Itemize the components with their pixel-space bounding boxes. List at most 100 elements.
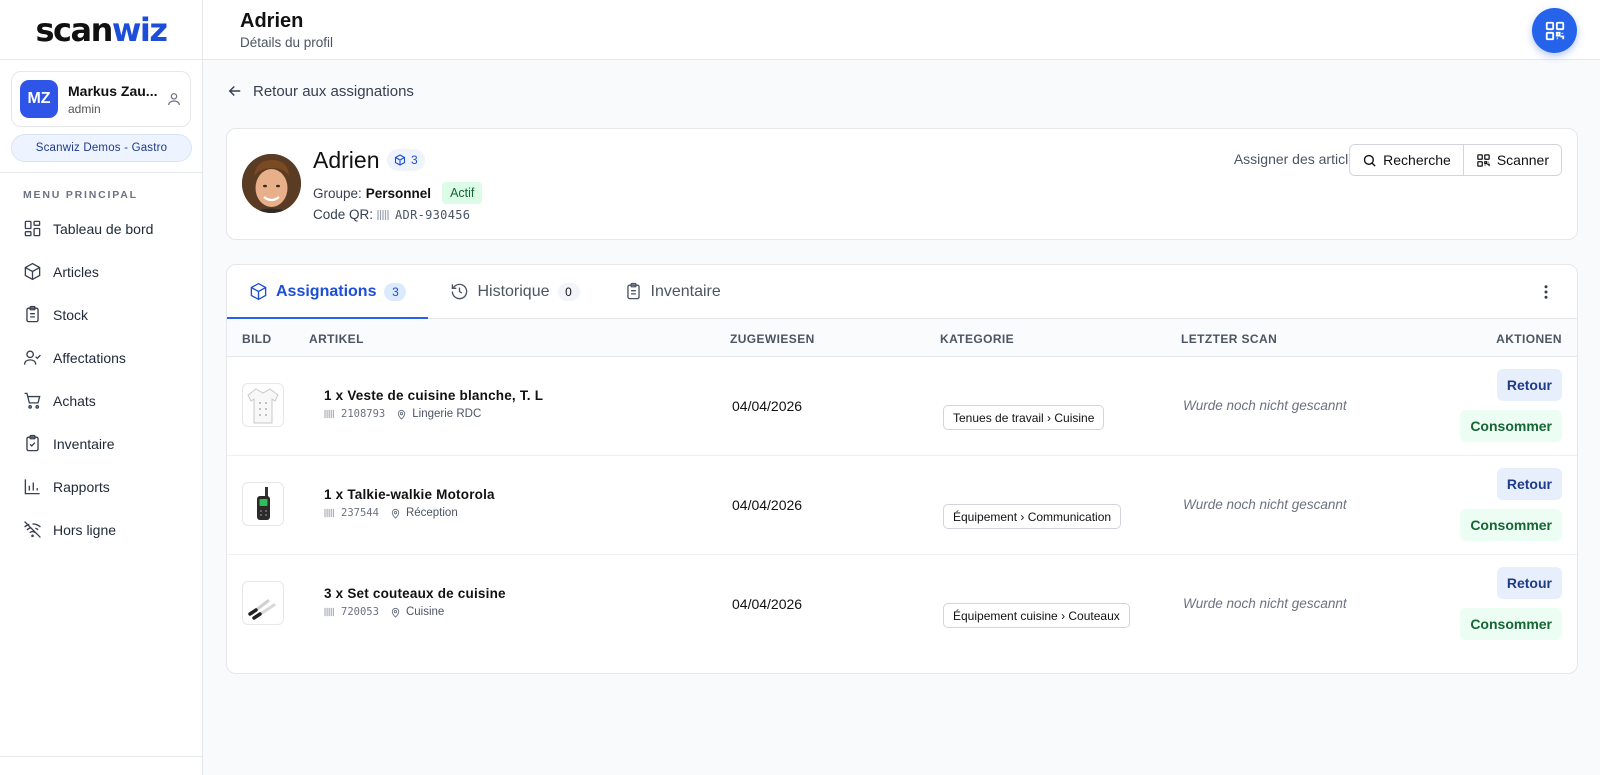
tab-label: Assignations <box>276 282 377 300</box>
arrow-left-icon <box>228 85 241 97</box>
sidebar-item-achats[interactable]: Achats <box>0 379 203 422</box>
history-icon <box>452 283 468 300</box>
sidebar-item-label: Hors ligne <box>53 521 117 538</box>
assign-button-group: Recherche Scanner <box>1349 144 1562 176</box>
sidebar-divider <box>0 172 203 173</box>
sidebar-item-rapports[interactable]: Rapports <box>0 465 203 508</box>
consume-button[interactable]: Consommer <box>1460 608 1562 640</box>
main-nav: Tableau de bord Articles Stock Affectati… <box>0 207 203 551</box>
article-location-label: Lingerie RDC <box>412 408 482 420</box>
article-title: 1 x Veste de cuisine blanche, T. L <box>324 388 544 403</box>
barcode-icon <box>324 508 334 518</box>
sidebar-item-label: Affectations <box>53 349 126 366</box>
user-icon[interactable] <box>166 91 182 107</box>
sidebar: scanwiz MZ Markus Zau... admin Scanwiz D… <box>0 0 203 775</box>
qr-scan-button[interactable] <box>1532 8 1577 53</box>
article-code: 720053 <box>341 606 379 618</box>
consume-button[interactable]: Consommer <box>1460 410 1562 442</box>
last-scan-status: Wurde noch nicht gescannt <box>1183 398 1347 413</box>
user-role: admin <box>68 101 101 116</box>
scanner-button-label: Scanner <box>1496 152 1549 168</box>
user-info: Markus Zau... admin <box>68 83 166 116</box>
logo-text: scanwiz <box>35 10 168 49</box>
qr-value: ADR-930456 <box>395 207 471 222</box>
back-link[interactable]: Retour aux assignations <box>226 82 414 100</box>
tab-label: Historique <box>477 282 550 300</box>
table-row: 3 x Set couteaux de cuisine 720053 Cuisi… <box>227 555 1577 654</box>
qr-code-icon <box>1477 153 1490 167</box>
back-link-label: Retour aux assignations <box>253 82 414 100</box>
qr-code-icon <box>1545 21 1564 40</box>
map-pin-icon <box>398 409 406 420</box>
tab-assignations[interactable]: Assignations 3 <box>227 265 429 319</box>
table-row: 1 x Veste de cuisine blanche, T. L 21087… <box>227 357 1577 456</box>
article-meta: 720053 Cuisine <box>324 606 444 618</box>
category-tag: Tenues de travail › Cuisine <box>943 405 1105 430</box>
clipboard-icon <box>26 305 39 323</box>
tab-historique[interactable]: Historique 0 <box>428 265 601 318</box>
column-header-article: ARTIKEL <box>309 332 364 346</box>
profile-name: Adrien <box>313 147 380 173</box>
sidebar-item-hors-ligne[interactable]: Hors ligne <box>0 508 203 551</box>
category-tag: Équipement cuisine › Couteaux <box>943 603 1130 628</box>
map-pin-icon <box>391 607 400 618</box>
sidebar-item-label: Tableau de bord <box>53 220 154 237</box>
tab-count: 0 <box>557 282 580 301</box>
article-thumbnail <box>242 581 284 625</box>
sidebar-item-dashboard[interactable]: Tableau de bord <box>0 207 203 250</box>
sidebar-item-label: Stock <box>53 306 89 323</box>
tab-count: 3 <box>384 282 407 301</box>
search-button-label: Recherche <box>1383 152 1451 168</box>
sidebar-item-label: Inventaire <box>53 435 115 452</box>
assigned-date: 04/04/2026 <box>732 497 803 513</box>
barcode-icon <box>377 209 389 220</box>
sidebar-item-articles[interactable]: Articles <box>0 250 203 293</box>
article-thumbnail <box>242 383 284 427</box>
assigned-date: 04/04/2026 <box>732 596 803 612</box>
barcode-icon <box>324 409 334 419</box>
assigned-date: 04/04/2026 <box>732 398 803 414</box>
sidebar-item-inventaire[interactable]: Inventaire <box>0 422 203 465</box>
return-button[interactable]: Retour <box>1496 369 1562 401</box>
clipboard-icon <box>626 282 640 300</box>
sidebar-item-affectations[interactable]: Affectations <box>0 336 203 379</box>
consume-button[interactable]: Consommer <box>1460 509 1562 541</box>
tab-bar: Assignations 3 Historique 0 Inventaire <box>227 265 1577 319</box>
column-header-actions: AKTIONEN <box>1496 332 1562 346</box>
article-title: 1 x Talkie-walkie Motorola <box>324 487 495 502</box>
group-value: Personnel <box>365 185 432 201</box>
profile-card: Adrien 3 Groupe: Personnel Actif Code QR… <box>226 128 1578 240</box>
org-selector[interactable]: Scanwiz Demos - Gastro <box>11 134 192 162</box>
article-code: 2108793 <box>341 408 386 420</box>
search-icon <box>1363 154 1376 167</box>
article-code: 237544 <box>341 507 379 519</box>
search-button[interactable]: Recherche <box>1350 145 1463 175</box>
assignment-count: 3 <box>411 153 418 167</box>
sidebar-footer-divider <box>0 756 203 757</box>
article-meta: 237544 Réception <box>324 507 458 519</box>
scanner-button[interactable]: Scanner <box>1462 145 1561 175</box>
return-button[interactable]: Retour <box>1496 567 1562 599</box>
column-header-assigned: ZUGEWIESEN <box>730 332 815 346</box>
article-location: Cuisine <box>390 606 444 618</box>
user-card[interactable]: MZ Markus Zau... admin <box>11 71 191 127</box>
avatar: MZ <box>20 80 58 118</box>
table-row: 1 x Talkie-walkie Motorola 237544 Récept… <box>227 456 1577 555</box>
return-button[interactable]: Retour <box>1496 468 1562 500</box>
article-location: Réception <box>390 507 458 519</box>
more-options-icon[interactable] <box>1537 283 1555 301</box>
assignment-count-badge: 3 <box>387 149 425 171</box>
bar-chart-icon <box>24 479 40 495</box>
last-scan-status: Wurde noch nicht gescannt <box>1183 596 1347 611</box>
article-meta: 2108793 Lingerie RDC <box>324 408 481 420</box>
qr-label: Code QR: <box>313 207 374 222</box>
category-tag: Équipement › Communication <box>943 504 1122 529</box>
last-scan-status: Wurde noch nicht gescannt <box>1183 497 1347 512</box>
logo[interactable]: scanwiz <box>0 0 202 60</box>
box-icon <box>394 154 406 166</box>
sidebar-item-stock[interactable]: Stock <box>0 293 203 336</box>
article-location: Lingerie RDC <box>396 408 481 420</box>
page-header: Adrien Détails du profil <box>203 0 1600 60</box>
sidebar-item-label: Achats <box>53 392 96 409</box>
tab-inventaire[interactable]: Inventaire <box>602 265 743 318</box>
